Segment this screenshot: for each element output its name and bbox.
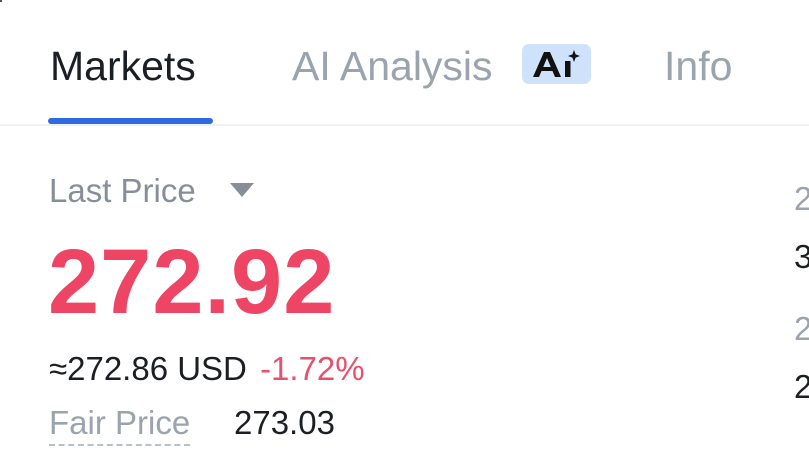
right-stat-label-2: 2: [794, 310, 809, 347]
approx-usd-value: ≈272.86 USD: [49, 350, 247, 387]
last-price-value: 272.92: [48, 231, 336, 333]
market-detail-page: Markets AI Analysis Info Last Price 272.…: [0, 0, 809, 454]
ai-sparkle-icon: [533, 50, 580, 77]
caret-down-icon[interactable]: [230, 183, 254, 197]
fair-price-label[interactable]: Fair Price: [49, 402, 191, 446]
right-stat-value-1: 3: [794, 238, 809, 275]
fair-price-value: 273.03: [234, 404, 335, 441]
tab-markets[interactable]: Markets: [50, 40, 196, 92]
right-stats-column: 2 3 2 2: [794, 170, 809, 410]
right-stat-value-2: 2: [794, 368, 809, 405]
ai-badge[interactable]: [522, 44, 591, 84]
tab-ai-analysis[interactable]: AI Analysis: [292, 40, 493, 92]
active-tab-indicator: [48, 118, 213, 124]
right-stat-label-1: 2: [794, 180, 809, 217]
approx-price-row: ≈272.86 USD -1.72%: [49, 348, 365, 390]
tab-info[interactable]: Info: [664, 40, 732, 92]
price-change-percent: -1.72%: [260, 350, 365, 387]
last-price-label[interactable]: Last Price: [49, 170, 196, 212]
tab-bar: Markets AI Analysis Info: [0, 0, 809, 126]
